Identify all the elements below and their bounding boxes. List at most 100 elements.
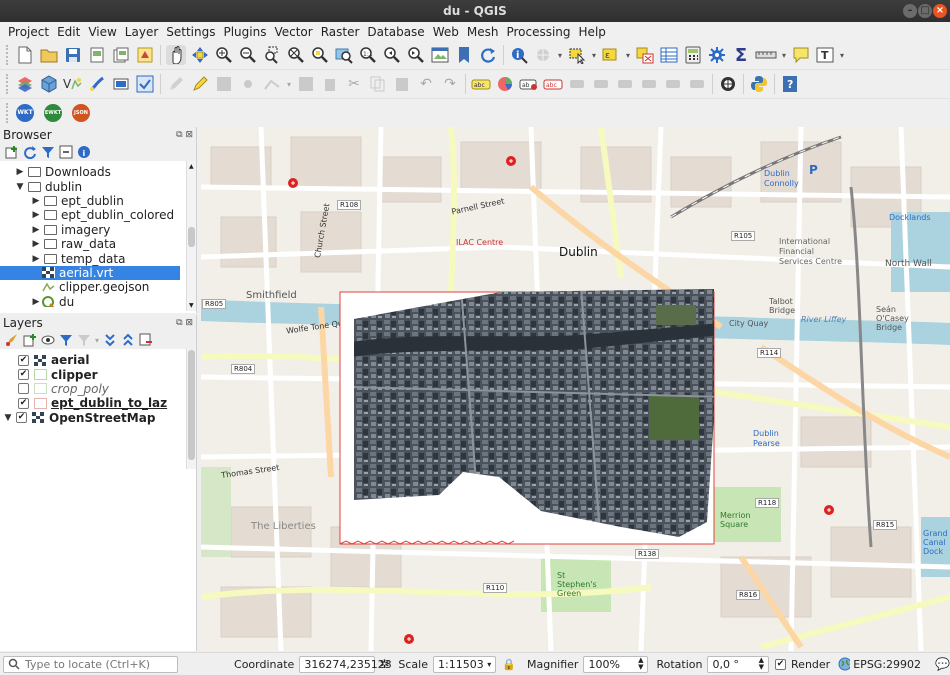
- move-label-icon[interactable]: [591, 74, 611, 94]
- scale-combobox[interactable]: 1:11503 ▾: [433, 655, 497, 673]
- show-hide-label-icon[interactable]: [663, 74, 683, 94]
- toolbar-grip[interactable]: [6, 103, 9, 123]
- layers-scrollbar[interactable]: [186, 349, 196, 469]
- zoom-last-icon[interactable]: [382, 45, 402, 65]
- toolbox-gear-icon[interactable]: [707, 45, 727, 65]
- menu-help[interactable]: Help: [575, 25, 610, 39]
- new-geopackage-layer-icon[interactable]: [39, 74, 59, 94]
- crs-value[interactable]: EPSG:29902: [853, 658, 921, 671]
- menu-vector[interactable]: Vector: [270, 25, 316, 39]
- layer-visibility-checkbox[interactable]: ✔: [18, 397, 29, 409]
- browser-item-temp-data[interactable]: ▶ temp_data: [0, 251, 196, 266]
- add-layer-selected-icon[interactable]: [135, 74, 155, 94]
- collapsed-arrow-icon[interactable]: ▶: [30, 225, 42, 235]
- copy-ewkt-icon[interactable]: EWKT: [43, 103, 63, 123]
- messages-icon[interactable]: 💬: [935, 657, 950, 671]
- new-bookmark-icon[interactable]: [454, 45, 474, 65]
- browser-item-raw-data[interactable]: ▶ raw_data: [0, 237, 196, 251]
- open-project-icon[interactable]: [39, 45, 59, 65]
- select-by-expression-icon[interactable]: ε: [601, 45, 621, 65]
- menu-project[interactable]: Project: [4, 25, 53, 39]
- undo-icon[interactable]: ↶: [416, 74, 436, 94]
- new-print-layout-icon[interactable]: [87, 45, 107, 65]
- collapsed-arrow-icon[interactable]: ▶: [30, 297, 42, 307]
- browser-item-du[interactable]: ▶ du: [0, 295, 196, 309]
- new-shapefile-layer-icon[interactable]: V: [63, 74, 83, 94]
- delete-selected-icon[interactable]: [320, 74, 340, 94]
- manage-map-themes-icon[interactable]: [40, 332, 56, 348]
- rotate-label-icon[interactable]: [615, 74, 635, 94]
- filter-by-expression-icon[interactable]: [76, 332, 92, 348]
- layer-visibility-checkbox[interactable]: ✔: [16, 412, 27, 424]
- dropdown-arrow-icon[interactable]: ▾: [591, 45, 597, 65]
- collapsed-arrow-icon[interactable]: ▶: [30, 254, 42, 264]
- dropdown-arrow-icon[interactable]: ▾: [781, 45, 787, 65]
- highlight-pinned-labels-icon[interactable]: ab: [519, 74, 539, 94]
- zoom-native-icon[interactable]: 1:1: [358, 45, 378, 65]
- attribute-table-icon[interactable]: [659, 45, 679, 65]
- new-project-icon[interactable]: [15, 45, 35, 65]
- scroll-down-icon[interactable]: ▼: [189, 302, 194, 309]
- float-panel-icon[interactable]: ⧉: [176, 130, 182, 140]
- spinbox-arrows-icon[interactable]: ▲ ▼: [638, 657, 643, 671]
- close-panel-icon[interactable]: ⊠: [185, 130, 193, 140]
- save-edits-icon[interactable]: [214, 74, 234, 94]
- menu-raster[interactable]: Raster: [317, 25, 364, 39]
- layer-visibility-checkbox[interactable]: ✔: [18, 369, 29, 381]
- run-action-icon[interactable]: [533, 45, 553, 65]
- browser-item-imagery[interactable]: ▶ imagery: [0, 223, 196, 237]
- crs-globe-icon[interactable]: [838, 657, 851, 671]
- edit-pencil-icon[interactable]: [166, 74, 186, 94]
- python-console-icon[interactable]: [749, 74, 769, 94]
- refresh-browser-icon[interactable]: [22, 144, 38, 160]
- modify-attributes-icon[interactable]: [296, 74, 316, 94]
- expand-all-icon[interactable]: [102, 332, 118, 348]
- layout-manager-icon[interactable]: [111, 45, 131, 65]
- zoom-full-icon[interactable]: [286, 45, 306, 65]
- new-spatialite-layer-icon[interactable]: [87, 74, 107, 94]
- show-hide-labels-icon[interactable]: abc: [543, 74, 563, 94]
- layer-clipper[interactable]: ✔ clipper: [0, 367, 196, 382]
- open-layer-styling-icon[interactable]: [4, 332, 20, 348]
- deselect-all-icon[interactable]: [635, 45, 655, 65]
- redo-icon[interactable]: ↷: [440, 74, 460, 94]
- zoom-to-layer-icon[interactable]: [334, 45, 354, 65]
- rotation-spinbox[interactable]: 0,0 ° ▲ ▼: [707, 655, 770, 673]
- paste-features-icon[interactable]: [392, 74, 412, 94]
- close-panel-icon[interactable]: ⊠: [185, 318, 193, 328]
- statistics-sigma-icon[interactable]: Σ: [731, 45, 751, 66]
- browser-item-ept-dublin-colored[interactable]: ▶ ept_dublin_colored: [0, 208, 196, 222]
- menu-web[interactable]: Web: [429, 25, 463, 39]
- layer-ept-dublin-to-laz[interactable]: ✔ ept_dublin_to_laz: [0, 396, 196, 410]
- browser-item-downloads[interactable]: ▶ Downloads: [0, 165, 196, 179]
- copy-json-icon[interactable]: JSON: [71, 103, 91, 123]
- menu-plugins[interactable]: Plugins: [219, 25, 270, 39]
- layer-visibility-checkbox[interactable]: ✔: [18, 354, 29, 366]
- browser-item-clipper-geojson[interactable]: clipper.geojson: [0, 280, 196, 294]
- select-features-icon[interactable]: [567, 45, 587, 65]
- zoom-out-icon[interactable]: [238, 45, 258, 65]
- new-map-view-icon[interactable]: [430, 45, 450, 65]
- vertex-tool-icon[interactable]: [262, 74, 282, 94]
- remove-layer-icon[interactable]: [138, 332, 154, 348]
- dropdown-arrow-icon[interactable]: ▾: [557, 45, 563, 65]
- browser-item-dublin[interactable]: ▼ dublin: [0, 179, 196, 194]
- lock-scale-icon[interactable]: 🔒: [502, 658, 516, 671]
- scrollbar-thumb[interactable]: [188, 227, 195, 247]
- zoom-next-icon[interactable]: [406, 45, 426, 65]
- expanded-arrow-icon[interactable]: ▼: [14, 182, 26, 192]
- pin-labels-icon[interactable]: [567, 74, 587, 94]
- zoom-in-icon[interactable]: [214, 45, 234, 65]
- copy-features-icon[interactable]: [368, 74, 388, 94]
- label-properties-icon[interactable]: [687, 74, 707, 94]
- maximize-button[interactable]: □: [918, 4, 932, 18]
- menu-view[interactable]: View: [84, 25, 120, 39]
- map-tips-icon[interactable]: [791, 45, 811, 65]
- add-group-icon[interactable]: [22, 332, 38, 348]
- browser-item-ept-dublin[interactable]: ▶ ept_dublin: [0, 194, 196, 208]
- toggle-editing-icon[interactable]: [190, 74, 210, 94]
- layer-aerial[interactable]: ✔ aerial: [0, 353, 196, 367]
- scroll-up-icon[interactable]: ▲: [189, 163, 194, 170]
- locator-search-input[interactable]: Type to locate (Ctrl+K): [3, 655, 179, 673]
- menu-layer[interactable]: Layer: [121, 25, 162, 39]
